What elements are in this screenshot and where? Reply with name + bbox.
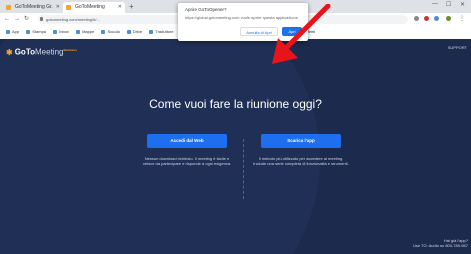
bookmark-item[interactable]: Stampa bbox=[26, 26, 46, 38]
option-card-app: Scarica l'app Il metodo più utilizzato p… bbox=[253, 134, 349, 166]
option-card-web: Accedi dal Web Nessun download richiesto… bbox=[139, 134, 235, 166]
forward-icon[interactable]: → bbox=[14, 14, 20, 25]
page-heading: Come vuoi fare la riunione oggi? bbox=[149, 97, 322, 111]
close-tab-icon[interactable]: ✕ bbox=[118, 2, 122, 13]
brand-tag: Business bbox=[63, 48, 77, 52]
join-from-web-button[interactable]: Accedi dal Web bbox=[147, 134, 227, 148]
extension-icon[interactable] bbox=[434, 16, 439, 21]
back-icon[interactable]: ← bbox=[4, 14, 10, 25]
download-app-button[interactable]: Scarica l'app bbox=[261, 134, 341, 148]
reload-icon[interactable]: ↻ bbox=[24, 14, 29, 25]
minimize-icon[interactable]: — bbox=[432, 1, 438, 7]
dialog-question: Aprire GoToOpener? bbox=[185, 7, 227, 12]
option-description: Il metodo più utilizzato per accedere ai… bbox=[253, 156, 349, 166]
dial-in-info: Hai già l'app? Use TO: Audio su 800-789-… bbox=[413, 238, 468, 248]
brand-name-bold: GoTo bbox=[14, 47, 35, 57]
tab-gotomeeting-active[interactable]: GoToMeeting ✕ bbox=[63, 2, 125, 13]
options-divider bbox=[243, 139, 244, 199]
maximize-icon[interactable]: ☐ bbox=[446, 1, 451, 8]
bookmark-item[interactable]: Traduttore bbox=[149, 26, 173, 38]
close-tab-icon[interactable]: ✕ bbox=[56, 2, 60, 13]
gotomeeting-logo-icon: ✱ bbox=[6, 47, 13, 57]
footer-line: Use TO: Audio su 800-789-567 bbox=[413, 243, 468, 248]
red-arrow-annotation bbox=[272, 4, 331, 64]
bookmark-item[interactable]: Mappe bbox=[76, 26, 94, 38]
extension-icon[interactable] bbox=[424, 16, 429, 21]
tab-gotomeeting-first[interactable]: GoToMeeting Gr. ✕ bbox=[3, 2, 63, 13]
gotomeeting-logo[interactable]: ✱ GoToMeetingBusiness bbox=[6, 45, 77, 58]
tab-title: GoToMeeting bbox=[75, 4, 105, 10]
gotomeeting-favicon-icon bbox=[66, 5, 71, 10]
bookmark-item[interactable]: App bbox=[6, 26, 19, 38]
new-tab-icon[interactable]: + bbox=[129, 1, 134, 12]
lock-icon bbox=[40, 17, 43, 21]
arrow-shaft bbox=[281, 4, 331, 53]
bookmark-item[interactable]: Drive bbox=[127, 26, 142, 38]
bookmark-item[interactable]: Inbox bbox=[53, 26, 69, 38]
support-link[interactable]: SUPPORT bbox=[448, 45, 467, 50]
profile-avatar-icon[interactable] bbox=[446, 16, 451, 21]
star-icon[interactable] bbox=[414, 16, 419, 21]
brand-name-light: Meeting bbox=[35, 47, 64, 57]
close-window-icon[interactable]: ✕ bbox=[460, 1, 465, 8]
gotomeeting-favicon-icon bbox=[6, 5, 11, 10]
menu-icon[interactable]: ⋮ bbox=[459, 14, 465, 25]
bookmark-item[interactable]: Scuola bbox=[101, 26, 119, 38]
gotomeeting-page: ✱ GoToMeetingBusiness SUPPORT Come vuoi f… bbox=[0, 39, 471, 254]
address-text: gotomeeting.com/meeting/#/... bbox=[46, 17, 100, 22]
option-description: Nessun download richiesto. Il meeting è … bbox=[142, 156, 232, 166]
tab-title: GoToMeeting Gr. bbox=[15, 4, 53, 10]
